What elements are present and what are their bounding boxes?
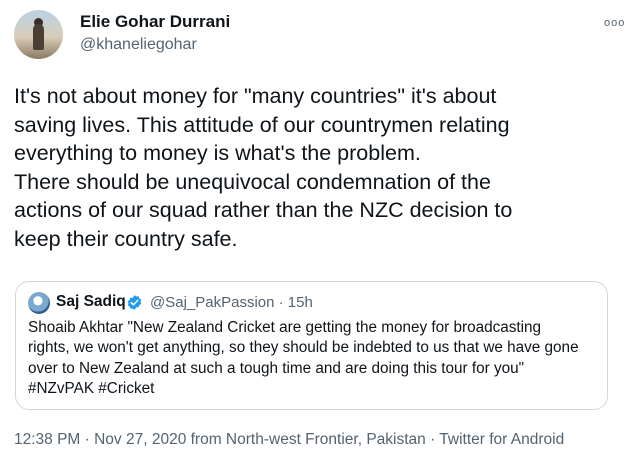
tweet-text: It's not about money for "many countries… [14,84,513,251]
more-options-icon[interactable]: ooo [604,17,625,29]
quoted-handle-time: @Saj_PakPassion · 15h [150,294,313,311]
author-avatar[interactable] [14,10,63,59]
quoted-tweet-text: Shoaib Akhtar "New Zealand Cricket are g… [28,319,579,398]
verified-badge-icon [127,295,142,310]
tweet-timestamp-source[interactable]: 12:38 PM · Nov 27, 2020 from North-west … [14,431,564,449]
author-display-name[interactable]: Elie Gohar Durrani [80,12,230,32]
author-handle[interactable]: @khaneliegohar [80,36,197,54]
quoted-author-avatar[interactable] [28,292,50,314]
quoted-tweet-card[interactable]: Saj Sadiq @Saj_PakPassion · 15h Shoaib A… [15,281,608,410]
quoted-author-name[interactable]: Saj Sadiq [56,293,126,311]
avatar-figure-shape [33,24,44,50]
